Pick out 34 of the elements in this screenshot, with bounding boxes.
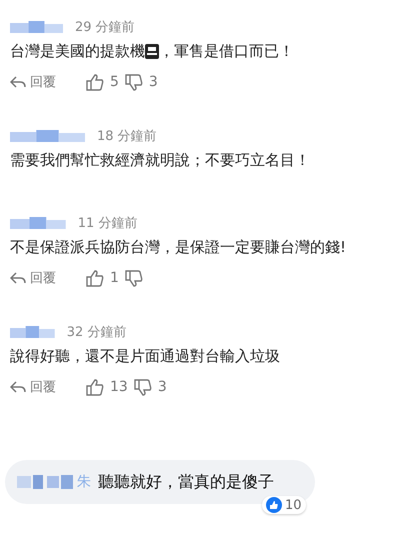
dislike-count: 3 bbox=[148, 74, 158, 90]
redacted-name bbox=[10, 325, 55, 339]
timestamp: 29 分鐘前 bbox=[75, 19, 135, 36]
comment-text: 聽聽就好，當真的是傻子 bbox=[97, 472, 274, 492]
thumbs-down-icon bbox=[124, 74, 143, 90]
comment-text: 說得好聽，還不是片面通過對台輸入垃圾 bbox=[10, 347, 280, 366]
name-fragment: 朱 bbox=[77, 473, 91, 491]
like-count: 5 bbox=[110, 74, 119, 90]
reply-icon bbox=[10, 272, 26, 284]
redacted-name bbox=[17, 474, 75, 490]
comment-text: 不是保證派兵協防台灣，是保證一定要賺台灣的錢! bbox=[10, 238, 346, 257]
timestamp: 18 分鐘前 bbox=[97, 128, 157, 145]
thumbs-up-icon bbox=[86, 270, 104, 286]
dislike-count: 3 bbox=[158, 379, 167, 395]
like-count: 1 bbox=[110, 270, 119, 286]
reply-button[interactable]: 回覆 bbox=[10, 73, 56, 91]
thumbs-down-icon bbox=[134, 378, 152, 396]
like-count: 13 bbox=[110, 379, 128, 395]
comment-text: 需要我們幫忙救經濟就明說；不要巧立名目！ bbox=[10, 151, 310, 170]
comment-text: ，軍售是借口而已！ bbox=[159, 42, 294, 61]
reply-button[interactable]: 回覆 bbox=[10, 378, 56, 396]
reply-icon bbox=[10, 76, 26, 88]
reply-button[interactable]: 回覆 bbox=[10, 269, 56, 287]
emoji-icon bbox=[145, 44, 159, 59]
thumbs-up-icon bbox=[86, 378, 104, 396]
reply-icon bbox=[10, 381, 26, 393]
redacted-name bbox=[10, 20, 63, 34]
reaction-count: 10 bbox=[285, 498, 302, 512]
thumbs-down-icon bbox=[124, 270, 143, 286]
thumbs-up-icon bbox=[86, 74, 104, 90]
timestamp: 32 分鐘前 bbox=[66, 324, 126, 341]
timestamp: 11 分鐘前 bbox=[78, 215, 138, 232]
comment-text: 台灣是美國的提款機 bbox=[10, 42, 145, 61]
redacted-name bbox=[10, 216, 66, 230]
